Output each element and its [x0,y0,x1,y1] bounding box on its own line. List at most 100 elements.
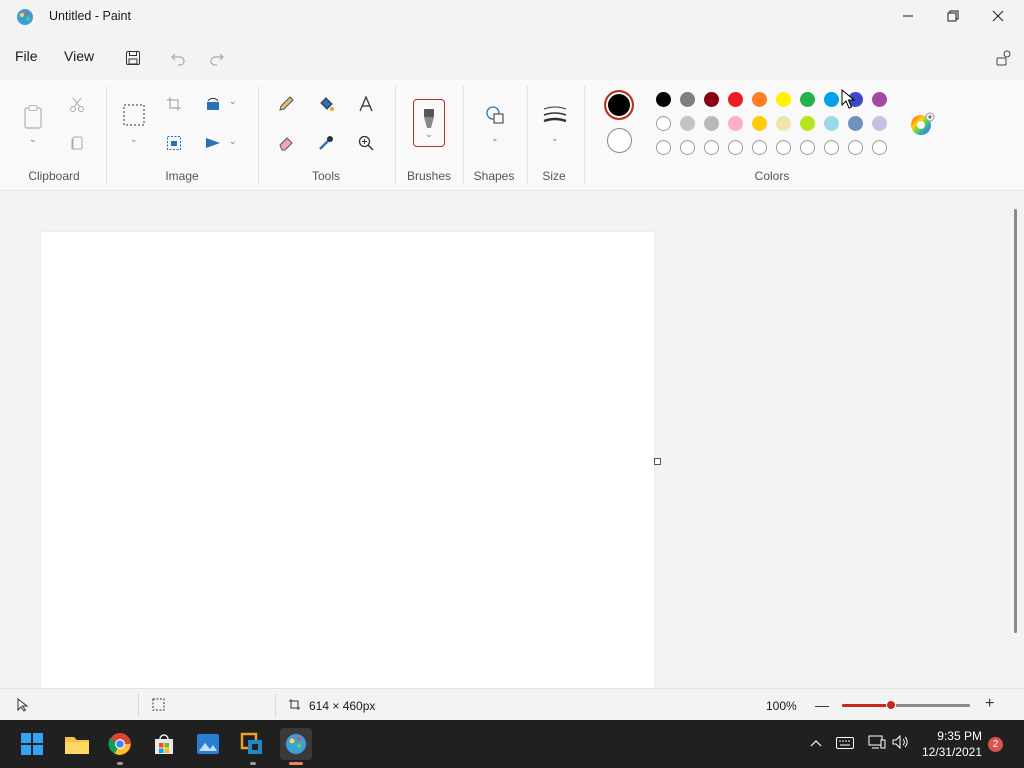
menu-bar: File View [0,38,1024,76]
store-icon[interactable] [148,728,180,760]
redo-icon[interactable] [203,44,231,72]
palette-color-swatch[interactable] [728,92,743,107]
chevron-down-icon[interactable]: ⌄ [130,134,138,145]
selection-size-icon [152,698,165,716]
color-picker-icon[interactable] [313,130,339,156]
volume-icon[interactable] [892,734,910,754]
file-menu[interactable]: File [15,48,38,64]
active-app-indicator [289,762,303,765]
chevron-down-icon[interactable]: ⌄ [491,133,499,144]
paint-taskbar-icon[interactable] [280,728,312,760]
status-divider [138,693,139,717]
palette-color-swatch[interactable] [872,92,887,107]
custom-color-slot[interactable] [800,140,815,155]
custom-color-slot[interactable] [752,140,767,155]
paste-icon[interactable] [20,102,46,132]
chevron-down-icon[interactable]: ⌄ [229,136,237,147]
ribbon-divider [106,86,107,184]
notification-badge[interactable]: 2 [988,737,1003,752]
view-menu[interactable]: View [64,48,94,64]
chevron-down-icon[interactable]: ⌄ [29,134,37,145]
start-icon[interactable] [16,728,48,760]
chevron-down-icon[interactable]: ⌄ [229,96,237,107]
palette-color-swatch[interactable] [800,116,815,131]
custom-color-slot[interactable] [680,140,695,155]
ribbon-divider [584,86,585,184]
palette-color-swatch[interactable] [728,116,743,131]
custom-color-slot[interactable] [824,140,839,155]
custom-color-slot[interactable] [776,140,791,155]
palette-color-swatch[interactable] [656,92,671,107]
chrome-icon[interactable] [104,728,136,760]
text-icon[interactable] [353,91,379,117]
custom-color-slot[interactable] [728,140,743,155]
restore-button[interactable] [930,0,976,32]
cursor-position-icon [17,697,29,717]
crop-icon[interactable] [161,91,187,117]
status-divider [275,693,276,717]
colors-group-label: Colors [754,169,790,183]
settings-icon[interactable] [990,44,1018,72]
rotate-icon[interactable] [200,91,226,117]
palette-color-swatch[interactable] [776,116,791,131]
zoom-slider-thumb[interactable] [886,700,896,710]
tools-group-label: Tools [311,169,340,183]
pencil-icon[interactable] [273,91,299,117]
drawing-canvas[interactable] [41,232,654,690]
vertical-scrollbar[interactable] [1014,209,1017,633]
palette-color-swatch[interactable] [824,116,839,131]
palette-color-swatch[interactable] [872,116,887,131]
custom-color-slot[interactable] [848,140,863,155]
zoom-out-icon[interactable]: — [815,697,829,713]
magnifier-icon[interactable] [353,130,379,156]
brushes-button[interactable]: ⌄ [413,99,445,147]
custom-color-slot[interactable] [872,140,887,155]
close-button[interactable] [975,0,1021,32]
resize-icon[interactable] [161,130,187,156]
eraser-icon[interactable] [273,130,299,156]
photos-icon[interactable] [192,728,224,760]
palette-color-swatch[interactable] [656,116,671,131]
secondary-color-swatch[interactable] [607,128,632,153]
ribbon: ⌄ Clipboard ⌄ ⌄ ⌄ Image Tools ⌄ Brushes … [0,80,1024,191]
palette-color-swatch[interactable] [800,92,815,107]
undo-icon[interactable] [164,44,192,72]
palette-color-swatch[interactable] [752,116,767,131]
minimize-button[interactable] [885,0,931,32]
network-icon[interactable] [868,735,886,754]
palette-color-swatch[interactable] [752,92,767,107]
palette-color-swatch[interactable] [704,92,719,107]
custom-color-slot[interactable] [704,140,719,155]
size-icon[interactable] [541,102,569,128]
palette-color-swatch[interactable] [848,116,863,131]
canvas-size-icon [288,698,301,716]
clock[interactable]: 9:35 PM 12/31/2021 [922,728,982,760]
chevron-down-icon[interactable]: ⌄ [551,133,559,144]
zoom-in-icon[interactable]: + [985,695,994,713]
vmware-icon[interactable] [236,728,268,760]
palette-color-swatch[interactable] [680,92,695,107]
edit-colors-icon[interactable] [908,110,936,138]
flip-icon[interactable] [200,130,226,156]
palette-color-swatch[interactable] [776,92,791,107]
fill-icon[interactable] [313,91,339,117]
palette-color-swatch[interactable] [824,92,839,107]
copy-icon[interactable] [64,130,90,156]
mouse-cursor-icon [841,88,856,114]
shapes-icon[interactable] [482,102,508,128]
primary-color-swatch[interactable] [604,90,634,120]
select-icon[interactable] [121,102,147,128]
title-bar: Untitled - Paint [0,0,1024,34]
palette-color-swatch[interactable] [704,116,719,131]
palette-color-swatch[interactable] [680,116,695,131]
custom-color-slot[interactable] [656,140,671,155]
zoom-slider[interactable] [842,700,970,710]
zoom-level: 100% [766,699,797,713]
size-group-label: Size [542,169,566,183]
canvas-resize-handle[interactable] [654,458,661,465]
show-hidden-icons[interactable] [810,735,822,753]
file-explorer-icon[interactable] [61,728,93,760]
save-icon[interactable] [119,44,147,72]
keyboard-icon[interactable] [836,736,854,754]
cut-icon[interactable] [64,92,90,118]
